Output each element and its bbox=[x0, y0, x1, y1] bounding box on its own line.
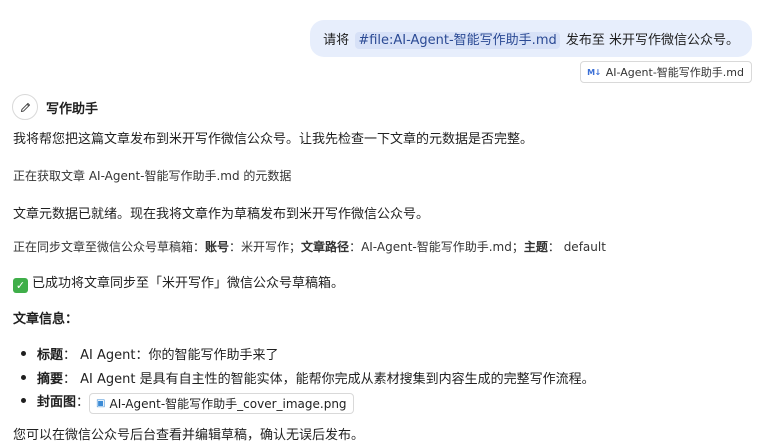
assistant-header: 写作助手 bbox=[12, 94, 98, 120]
theme-value: ： default bbox=[547, 240, 606, 254]
attachment-chip[interactable]: M↓ AI-Agent-智能写作助手.md bbox=[580, 61, 752, 83]
ready-text: 文章元数据已就绪。现在我将文章作为草稿发布到米开写作微信公众号。 bbox=[13, 207, 430, 222]
success-text: 已成功将文章同步至「米开写作」微信公众号草稿箱。 bbox=[32, 276, 345, 291]
account-value: ：米开写作； bbox=[229, 240, 302, 254]
sync-prefix: 正在同步文章至微信公众号草稿箱： bbox=[13, 240, 206, 254]
user-message-bubble: 请将 #file:AI-Agent-智能写作助手.md 发布至 米开写作微信公众… bbox=[310, 20, 752, 57]
file-reference-link[interactable]: #file:AI-Agent-智能写作助手.md bbox=[355, 32, 560, 49]
title-label: 标题 bbox=[37, 348, 64, 363]
summary-value: ： AI Agent 是具有自主性的智能实体，能帮你完成从素材搜集到内容生成的完… bbox=[63, 372, 595, 387]
list-item-summary: 摘要： AI Agent 是具有自主性的智能实体，能帮你完成从素材搜集到内容生成… bbox=[21, 368, 595, 387]
cover-filename: AI-Agent-智能写作助手_cover_image.png bbox=[109, 397, 347, 411]
user-message: 请将 #file:AI-Agent-智能写作助手.md 发布至 米开写作微信公众… bbox=[310, 20, 752, 57]
path-label: 文章路径 bbox=[301, 240, 350, 254]
markdown-file-icon: M↓ bbox=[587, 67, 601, 77]
pencil-icon bbox=[12, 94, 38, 120]
cover-label: 封面图 bbox=[37, 395, 77, 410]
intro-text: 我将帮您把这篇文章发布到米开写作微信公众号。让我先检查一下文章的元数据是否完整。 bbox=[13, 132, 534, 147]
footer-text: 您可以在微信公众号后台查看并编辑草稿，确认无误后发布。 bbox=[13, 428, 365, 443]
account-label: 账号 bbox=[205, 240, 230, 254]
attachment-filename: AI-Agent-智能写作助手.md bbox=[605, 66, 744, 79]
summary-label: 摘要 bbox=[37, 372, 64, 387]
fetching-status: 正在获取文章 AI-Agent-智能写作助手.md 的元数据 bbox=[13, 169, 292, 183]
theme-label: 主题 bbox=[523, 240, 548, 254]
list-item-cover: 封面图： ▣ AI-Agent-智能写作助手_cover_image.png bbox=[21, 391, 354, 414]
image-file-icon: ▣ bbox=[96, 398, 106, 409]
info-heading: 文章信息： bbox=[13, 312, 79, 327]
user-message-suffix: 发布至 米开写作微信公众号。 bbox=[561, 33, 739, 48]
cover-separator: ： bbox=[76, 395, 90, 410]
sync-status: 正在同步文章至微信公众号草稿箱：账号：米开写作；文章路径：AI-Agent-智能… bbox=[13, 238, 606, 255]
path-value: ：AI-Agent-智能写作助手.md； bbox=[349, 240, 524, 254]
cover-image-file-chip[interactable]: ▣ AI-Agent-智能写作助手_cover_image.png bbox=[89, 393, 354, 414]
check-mark-icon: ✓ bbox=[13, 278, 28, 293]
title-value: ： AI Agent：你的智能写作助手来了 bbox=[63, 348, 279, 363]
assistant-name: 写作助手 bbox=[46, 101, 99, 117]
success-message: ✓ 已成功将文章同步至「米开写作」微信公众号草稿箱。 bbox=[13, 272, 344, 293]
list-item-title: 标题： AI Agent：你的智能写作助手来了 bbox=[21, 344, 279, 363]
user-message-prefix: 请将 bbox=[323, 33, 354, 48]
